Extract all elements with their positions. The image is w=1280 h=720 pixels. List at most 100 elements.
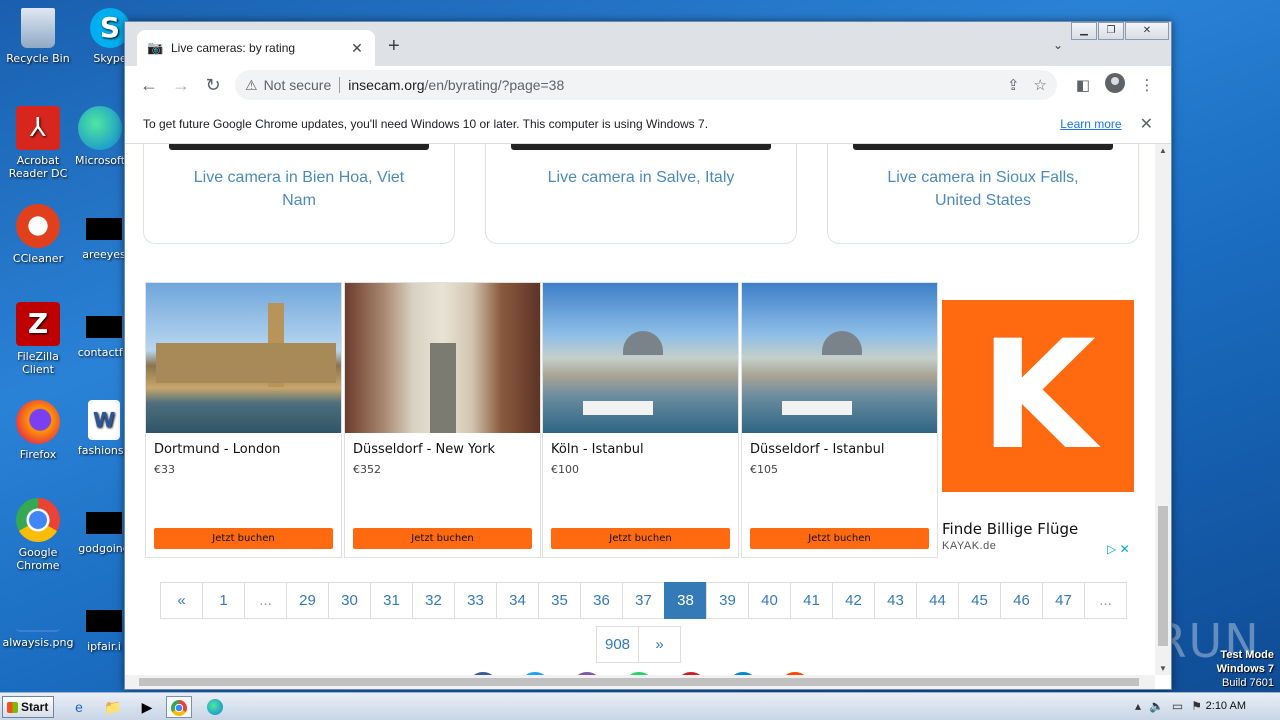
pagination-ellipsis: ... (1084, 582, 1127, 619)
file-thumbnail (86, 316, 122, 338)
new-tab-button[interactable]: + (388, 36, 400, 56)
pagination-page[interactable]: 35 (538, 582, 581, 619)
pagination-page[interactable]: 33 (454, 582, 497, 619)
address-bar[interactable]: ⚠ Not secure insecam.org/en/byrating/?pa… (235, 70, 1057, 100)
learn-more-link[interactable]: Learn more (1060, 117, 1121, 131)
kayak-logo[interactable]: K (942, 300, 1134, 492)
pagination-page[interactable]: 34 (496, 582, 539, 619)
pagination-page[interactable]: 37 (622, 582, 665, 619)
desktop-icon-firefox[interactable]: Firefox (0, 400, 76, 461)
book-now-button[interactable]: Jetzt buchen (750, 528, 929, 549)
desktop-icon-png[interactable]: alwaysis.png (0, 596, 76, 649)
desktop-icon-label: fashionsy (77, 444, 131, 457)
image-file-icon (16, 596, 60, 632)
desktop-icon-label: contactfri (77, 346, 131, 359)
book-now-button[interactable]: Jetzt buchen (353, 528, 532, 549)
istanbul-photo (742, 283, 937, 433)
start-button[interactable]: Start (2, 696, 54, 718)
horizontal-scrollbar[interactable] (125, 675, 1155, 689)
book-now-button[interactable]: Jetzt buchen (551, 528, 730, 549)
pagination-page[interactable]: 39 (706, 582, 749, 619)
pagination-page[interactable]: 30 (328, 582, 371, 619)
bookmark-star-icon[interactable]: ☆ (1034, 76, 1047, 94)
restore-button[interactable]: ❐ (1098, 22, 1124, 40)
scroll-up-arrow[interactable]: ▲ (1155, 146, 1171, 155)
pagination-page[interactable]: 47 (1042, 582, 1085, 619)
pagination-page[interactable]: 1 (202, 582, 245, 619)
adchoices-icon[interactable]: ▷ ✕ (1107, 542, 1130, 556)
profile-button[interactable] (1101, 73, 1129, 97)
flight-offer[interactable]: Dortmund - London €33 Jetzt buchen (145, 282, 342, 558)
camera-link[interactable]: Live camera in Salve, Italy (486, 150, 796, 189)
camera-link[interactable]: Live camera in Sioux Falls, United State… (828, 150, 1138, 212)
desktop-icon-chrome[interactable]: Google Chrome (0, 498, 76, 572)
warning-icon[interactable]: ⚠ (245, 77, 258, 94)
desktop-icon-recycle-bin[interactable]: Recycle Bin (0, 8, 76, 65)
clock[interactable]: 2:10 AM (1206, 700, 1246, 712)
pagination-page[interactable]: 36 (580, 582, 623, 619)
tab-search-icon[interactable]: ⌄ (1053, 38, 1063, 52)
desktop-icon-filezilla[interactable]: Z FileZilla Client (0, 302, 76, 376)
url-text[interactable]: insecam.org/en/byrating/?page=38 (348, 77, 993, 93)
forward-button[interactable]: → (167, 71, 195, 99)
scroll-thumb[interactable] (139, 678, 1139, 686)
reload-button[interactable]: ↻ (199, 71, 227, 99)
pagination-page[interactable]: 43 (874, 582, 917, 619)
pagination-page[interactable]: 41 (790, 582, 833, 619)
pagination-page[interactable]: 32 (412, 582, 455, 619)
edge-taskbar-icon[interactable] (202, 696, 228, 718)
flight-offer[interactable]: Düsseldorf - Istanbul €105 Jetzt buchen (741, 282, 938, 558)
recycle-bin-icon (21, 8, 55, 48)
london-photo (146, 283, 341, 433)
book-now-button[interactable]: Jetzt buchen (154, 528, 333, 549)
scroll-down-arrow[interactable]: ▼ (1155, 664, 1171, 673)
ad-headline[interactable]: Finde Billige Flüge (942, 520, 1078, 538)
desktop-icon-label: Acrobat Reader DC (8, 154, 68, 180)
camera-card[interactable]: Live camera in Bien Hoa, Viet Nam (143, 144, 455, 244)
camera-card[interactable]: Live camera in Salve, Italy (485, 144, 797, 244)
acrobat-icon: ⅄ (16, 106, 60, 150)
flight-offer[interactable]: Düsseldorf - New York €352 Jetzt buchen (344, 282, 541, 558)
pagination-prev[interactable]: « (160, 582, 203, 619)
browser-toolbar: ← → ↻ ⚠ Not secure insecam.org/en/byrati… (125, 66, 1171, 104)
side-panel-icon[interactable]: ◧ (1069, 76, 1097, 94)
camera-card[interactable]: Live camera in Sioux Falls, United State… (827, 144, 1139, 244)
minimize-button[interactable]: ▁ (1071, 22, 1097, 40)
file-thumbnail (86, 610, 122, 632)
share-icon[interactable]: ⇪ (1007, 76, 1020, 94)
pagination-page[interactable]: 42 (832, 582, 875, 619)
close-tab-icon[interactable]: ✕ (349, 40, 365, 57)
pagination-page[interactable]: 29 (286, 582, 329, 619)
pagination-page[interactable]: 44 (916, 582, 959, 619)
flight-offer[interactable]: Köln - Istanbul €100 Jetzt buchen (542, 282, 739, 558)
desktop-icon-label: Firefox (19, 448, 57, 461)
pagination-last-page[interactable]: 908 (596, 626, 640, 663)
pagination-page[interactable]: 45 (958, 582, 1001, 619)
kayak-advert: Dortmund - London €33 Jetzt buchen Düsse… (145, 282, 1139, 560)
pagination-page[interactable]: 40 (748, 582, 791, 619)
offer-price: €352 (353, 463, 381, 476)
new-york-photo (345, 283, 540, 433)
pagination-next[interactable]: » (638, 626, 682, 663)
ie-icon[interactable]: e (66, 696, 92, 718)
security-status[interactable]: Not secure (264, 77, 332, 93)
pagination-page[interactable]: 31 (370, 582, 413, 619)
media-player-icon[interactable]: ▶ (134, 696, 160, 718)
desktop-icon-ccleaner[interactable]: CCleaner (0, 204, 76, 265)
vertical-scrollbar[interactable]: ▲ ▼ (1155, 144, 1171, 675)
pagination-page[interactable]: 46 (1000, 582, 1043, 619)
chrome-taskbar-icon[interactable] (166, 696, 192, 718)
file-thumbnail (86, 218, 122, 240)
scroll-thumb[interactable] (1158, 506, 1168, 646)
close-window-button[interactable]: ✕ (1125, 22, 1169, 40)
explorer-icon[interactable]: 📁 (100, 696, 126, 718)
back-button[interactable]: ← (135, 71, 163, 99)
ccleaner-icon (16, 204, 60, 248)
close-infobar-icon[interactable]: ✕ (1140, 114, 1153, 134)
menu-kebab-icon[interactable]: ⋮ (1133, 76, 1161, 94)
camera-link[interactable]: Live camera in Bien Hoa, Viet Nam (144, 150, 454, 212)
pagination-current-page[interactable]: 38 (664, 582, 707, 619)
system-tray[interactable]: ▴🔈▭⚑ (1135, 699, 1210, 713)
test-mode-line: Build 7601 (1222, 677, 1274, 689)
tab-live-cameras[interactable]: 📷 Live cameras: by rating ✕ (137, 30, 375, 66)
